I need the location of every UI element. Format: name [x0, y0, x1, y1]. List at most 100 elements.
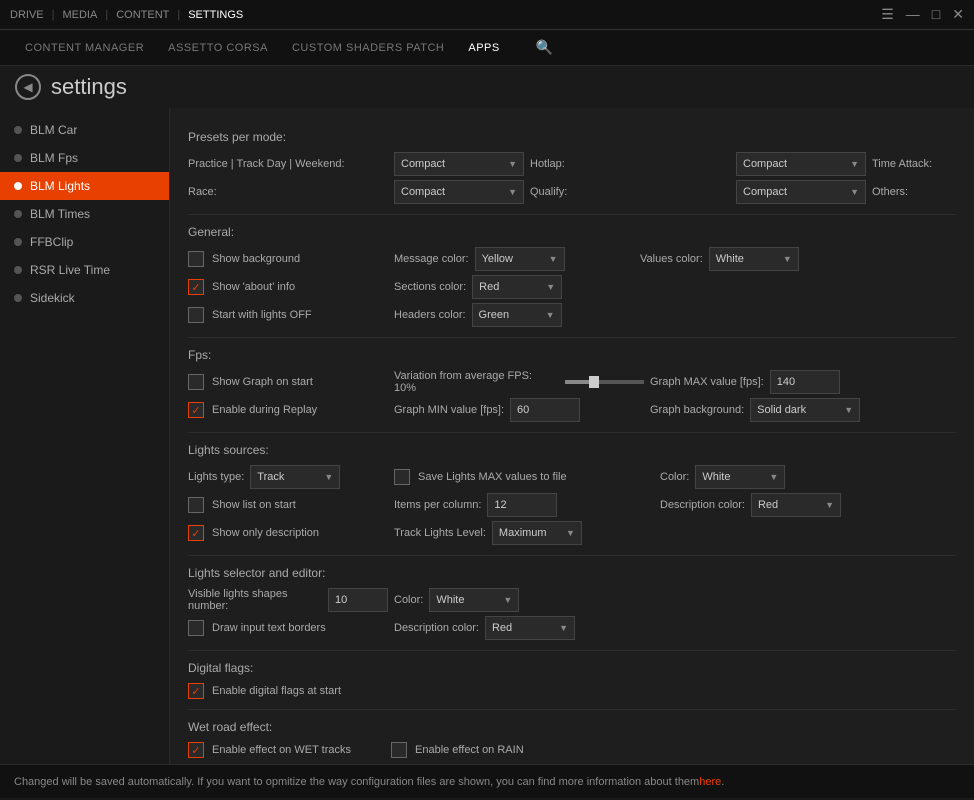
enable-digital-flags-row: ✓ Enable digital flags at start: [188, 683, 956, 699]
sidebar-dot: [14, 210, 22, 218]
items-per-col-input[interactable]: [487, 493, 557, 517]
lights-color-label: Color:: [660, 471, 689, 483]
lights-type-group: Lights type: Track ▼: [188, 465, 388, 489]
show-about-checkbox[interactable]: ✓: [188, 279, 204, 295]
show-background-checkbox[interactable]: [188, 251, 204, 267]
show-background-label: Show background: [212, 253, 300, 265]
values-color-group: Values color: White ▼: [640, 247, 880, 271]
message-color-dropdown[interactable]: Yellow ▼: [475, 247, 565, 271]
qualify-dropdown[interactable]: Compact ▼: [736, 180, 866, 204]
visible-shapes-input[interactable]: [328, 588, 388, 612]
graph-max-input[interactable]: [770, 370, 840, 394]
nav-drive[interactable]: DRIVE: [10, 9, 44, 21]
statusbar: Changed will be saved automatically. If …: [0, 764, 974, 798]
sidebar-item-blm-lights[interactable]: BLM Lights: [0, 172, 169, 200]
sidebar-item-rsr[interactable]: RSR Live Time: [0, 256, 169, 284]
message-color-label: Message color:: [394, 253, 469, 265]
selector-desc-color-label: Description color:: [394, 622, 479, 634]
graph-bg-dropdown[interactable]: Solid dark ▼: [750, 398, 860, 422]
nav-media[interactable]: MEDIA: [62, 9, 97, 21]
start-lights-label: Start with lights OFF: [212, 309, 312, 321]
titlebar: DRIVE | MEDIA | CONTENT | SETTINGS ☰ — □…: [0, 0, 974, 30]
nav-settings[interactable]: SETTINGS: [188, 9, 243, 21]
variation-fps-label: Variation from average FPS: 10%: [394, 370, 555, 394]
sidebar-dot-active: [14, 182, 22, 190]
sidebar-dot: [14, 266, 22, 274]
menu-icon[interactable]: ☰: [881, 6, 894, 23]
lights-color-dropdown[interactable]: White ▼: [695, 465, 785, 489]
titlebar-controls: ☰ — □ ✕: [881, 6, 964, 23]
values-color-dropdown[interactable]: White ▼: [709, 247, 799, 271]
page-header: ◀ settings: [0, 66, 974, 108]
show-list-checkbox[interactable]: [188, 497, 204, 513]
sidebar-dot: [14, 238, 22, 246]
draw-borders-row: Draw input text borders: [188, 620, 388, 636]
headers-color-group: Headers color: Green ▼: [394, 303, 634, 327]
show-graph-checkbox[interactable]: [188, 374, 204, 390]
graph-bg-label: Graph background:: [650, 404, 744, 416]
sidebar-label-ffbclip: FFBClip: [30, 235, 73, 249]
tab-assetto-corsa[interactable]: ASSETTO CORSA: [168, 38, 268, 58]
sidebar-label-blm-car: BLM Car: [30, 123, 77, 137]
qualify-label: Qualify:: [530, 186, 730, 198]
enable-digital-flags-checkbox[interactable]: ✓: [188, 683, 204, 699]
tab-apps[interactable]: APPS: [468, 38, 499, 58]
sidebar-item-blm-fps[interactable]: BLM Fps: [0, 144, 169, 172]
minimize-button[interactable]: —: [906, 6, 920, 23]
statusbar-link[interactable]: here: [699, 776, 721, 788]
enable-wet-checkbox[interactable]: ✓: [188, 742, 204, 758]
page-title: settings: [51, 74, 127, 100]
graph-min-label: Graph MIN value [fps]:: [394, 404, 504, 416]
sidebar-item-ffbclip[interactable]: FFBClip: [0, 228, 169, 256]
sections-color-label: Sections color:: [394, 281, 466, 293]
hotlap-dropdown-arrow: ▼: [850, 159, 859, 169]
sidebar-item-blm-car[interactable]: BLM Car: [0, 116, 169, 144]
enable-replay-row: ✓ Enable during Replay: [188, 402, 388, 418]
nav-content[interactable]: CONTENT: [116, 9, 169, 21]
save-max-label: Save Lights MAX values to file: [418, 471, 567, 483]
graph-min-input[interactable]: [510, 398, 580, 422]
headers-color-dropdown[interactable]: Green ▼: [472, 303, 562, 327]
race-dropdown[interactable]: Compact ▼: [394, 180, 524, 204]
sidebar-dot: [14, 126, 22, 134]
close-button[interactable]: ✕: [952, 6, 964, 23]
tab-content-manager[interactable]: CONTENT MANAGER: [25, 38, 144, 58]
enable-replay-checkbox[interactable]: ✓: [188, 402, 204, 418]
sidebar-item-blm-times[interactable]: BLM Times: [0, 200, 169, 228]
fps-section-header: Fps:: [188, 348, 956, 362]
sidebar-label-blm-lights: BLM Lights: [30, 179, 90, 193]
start-lights-checkbox[interactable]: [188, 307, 204, 323]
qualify-dropdown-arrow: ▼: [850, 187, 859, 197]
selector-color-dropdown[interactable]: White ▼: [429, 588, 519, 612]
graph-max-label: Graph MAX value [fps]:: [650, 376, 764, 388]
show-about-row: ✓ Show 'about' info: [188, 279, 388, 295]
variation-fps-group: Variation from average FPS: 10%: [394, 370, 644, 394]
enable-wet-row: ✓ Enable effect on WET tracks: [188, 742, 351, 758]
graph-bg-group: Graph background: Solid dark ▼: [650, 398, 956, 422]
back-button[interactable]: ◀: [15, 74, 41, 100]
save-max-checkbox[interactable]: [394, 469, 410, 485]
draw-borders-checkbox[interactable]: [188, 620, 204, 636]
sidebar-item-sidekick[interactable]: Sidekick: [0, 284, 169, 312]
lights-selector-header: Lights selector and editor:: [188, 566, 956, 580]
track-lights-dropdown[interactable]: Maximum ▼: [492, 521, 582, 545]
tab-custom-shaders[interactable]: CUSTOM SHADERS PATCH: [292, 38, 444, 58]
selector-desc-color-dropdown[interactable]: Red ▼: [485, 616, 575, 640]
desc-color-dropdown[interactable]: Red ▼: [751, 493, 841, 517]
values-color-label: Values color:: [640, 253, 703, 265]
enable-rain-checkbox[interactable]: [391, 742, 407, 758]
show-only-desc-checkbox[interactable]: ✓: [188, 525, 204, 541]
lights-section-header: Lights sources:: [188, 443, 956, 457]
enable-digital-flags-label: Enable digital flags at start: [212, 685, 341, 697]
desc-color-group: Description color: Red ▼: [660, 493, 956, 517]
lights-type-dropdown[interactable]: Track ▼: [250, 465, 340, 489]
practice-dropdown[interactable]: Compact ▼: [394, 152, 524, 176]
enable-rain-row: Enable effect on RAIN: [391, 742, 524, 758]
maximize-button[interactable]: □: [932, 6, 940, 23]
show-graph-label: Show Graph on start: [212, 376, 313, 388]
visible-shapes-label: Visible lights shapes number:: [188, 588, 322, 612]
search-icon[interactable]: 🔍: [536, 39, 553, 56]
hotlap-dropdown[interactable]: Compact ▼: [736, 152, 866, 176]
show-background-row: Show background: [188, 251, 388, 267]
sections-color-dropdown[interactable]: Red ▼: [472, 275, 562, 299]
